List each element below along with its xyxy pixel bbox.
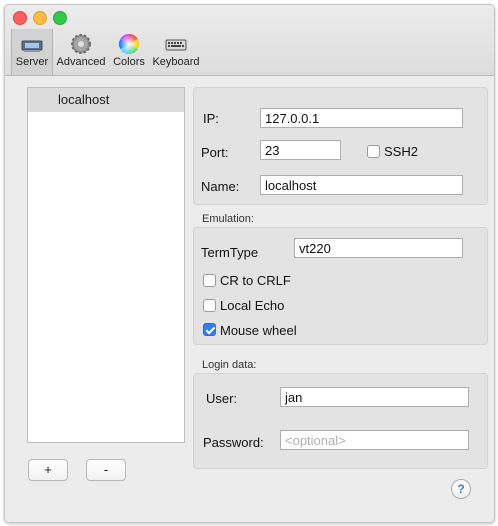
tab-keyboard[interactable]: Keyboard (151, 29, 201, 75)
user-label: User: (206, 391, 238, 406)
mouse-wheel-checkbox[interactable] (203, 323, 216, 336)
local-echo-checkbox[interactable] (203, 299, 216, 312)
minimize-window-button[interactable] (33, 11, 47, 25)
color-wheel-icon (119, 34, 139, 54)
tab-colors[interactable]: Colors (111, 29, 147, 75)
tab-keyboard-label: Keyboard (152, 56, 200, 68)
ip-field[interactable]: 127.0.0.1 (260, 108, 463, 128)
emulation-section-title: Emulation: (202, 213, 254, 225)
port-label: Port: (201, 145, 229, 160)
ssh2-checkbox[interactable] (367, 145, 380, 158)
name-field[interactable]: localhost (260, 175, 463, 195)
preferences-window: Server Advanced Colors Keyboard localhos… (4, 4, 495, 523)
title-bar: Server Advanced Colors Keyboard (5, 5, 494, 76)
cr-to-crlf-checkbox[interactable] (203, 274, 216, 287)
help-button[interactable]: ? (451, 479, 471, 499)
remove-server-button[interactable]: - (86, 459, 126, 481)
ssh2-label: SSH2 (384, 144, 418, 159)
termtype-label: TermType (201, 245, 259, 260)
tab-server[interactable]: Server (11, 29, 53, 75)
list-item[interactable]: localhost (28, 88, 184, 112)
tab-colors-label: Colors (113, 56, 145, 68)
cr-to-crlf-label: CR to CRLF (220, 273, 291, 288)
port-field[interactable]: 23 (260, 140, 341, 160)
server-list[interactable]: localhost (27, 87, 185, 443)
tab-advanced[interactable]: Advanced (55, 29, 107, 75)
password-field[interactable]: <optional> (280, 430, 469, 450)
zoom-window-button[interactable] (53, 11, 67, 25)
password-label: Password: (203, 435, 264, 450)
user-field[interactable]: jan (280, 387, 469, 407)
tab-server-label: Server (15, 56, 49, 68)
tab-advanced-label: Advanced (56, 56, 106, 68)
name-label: Name: (201, 179, 240, 194)
mouse-wheel-label: Mouse wheel (220, 323, 297, 338)
local-echo-label: Local Echo (220, 298, 285, 313)
keyboard-icon (165, 39, 187, 51)
ip-label: IP: (203, 111, 219, 126)
login-section-title: Login data: (202, 359, 257, 371)
gear-icon (71, 34, 91, 54)
termtype-field[interactable]: vt220 (294, 238, 463, 258)
add-server-button[interactable]: + (28, 459, 68, 481)
close-window-button[interactable] (13, 11, 27, 25)
server-icon (21, 40, 43, 52)
